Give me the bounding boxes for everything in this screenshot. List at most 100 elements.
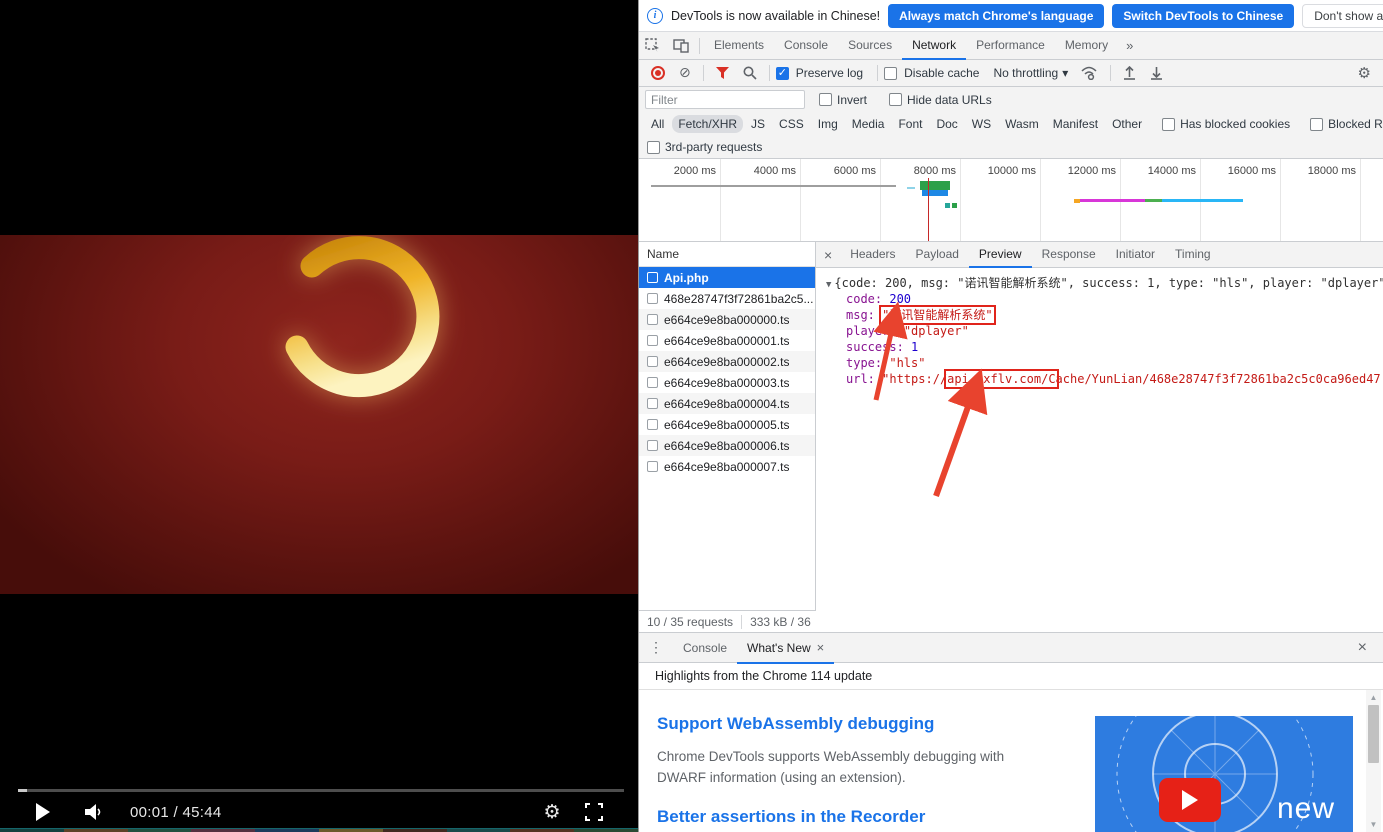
play-button[interactable] xyxy=(26,796,60,828)
drawer-tab[interactable]: What's New × xyxy=(737,634,834,664)
device-toolbar-button[interactable] xyxy=(667,33,695,59)
json-property: success: 1 xyxy=(846,339,1383,355)
waterfall-bar xyxy=(1080,199,1145,202)
more-tabs-icon[interactable]: » xyxy=(1118,38,1141,53)
drawer-tab[interactable]: Console xyxy=(673,634,737,664)
request-checkbox[interactable] xyxy=(647,272,658,283)
request-checkbox[interactable] xyxy=(647,398,658,409)
devtools-tab[interactable]: Sources xyxy=(838,32,902,60)
type-filter[interactable]: Doc xyxy=(930,115,963,133)
request-row[interactable]: e664ce9e8ba000007.ts xyxy=(639,456,815,477)
filter-toggle-button[interactable] xyxy=(710,60,735,86)
disclosure-triangle-icon[interactable]: ▼ xyxy=(826,280,831,290)
type-filter[interactable]: Img xyxy=(812,115,844,133)
detail-tab[interactable]: Headers xyxy=(840,242,905,268)
request-checkbox[interactable] xyxy=(647,440,658,451)
devtools-tab[interactable]: Elements xyxy=(704,32,774,60)
request-row[interactable]: Api.php xyxy=(639,267,815,288)
fullscreen-button[interactable] xyxy=(576,796,612,828)
timeline-tick: 18000 ms xyxy=(1281,159,1361,242)
export-har-button[interactable] xyxy=(1144,60,1169,86)
preserve-log-checkbox[interactable] xyxy=(776,67,789,80)
third-party-checkbox[interactable] xyxy=(647,141,660,154)
waterfall-bar xyxy=(952,203,957,208)
search-button[interactable] xyxy=(737,60,763,86)
resource-type-filters: AllFetch/XHRJSCSSImgMediaFontDocWSWasmMa… xyxy=(639,112,1383,136)
type-filter[interactable]: Other xyxy=(1106,115,1148,133)
request-row[interactable]: e664ce9e8ba000000.ts xyxy=(639,309,815,330)
request-row[interactable]: e664ce9e8ba000004.ts xyxy=(639,393,815,414)
request-row[interactable]: e664ce9e8ba000002.ts xyxy=(639,351,815,372)
detail-tab[interactable]: Preview xyxy=(969,242,1032,268)
drawer-menu-icon[interactable]: ⋮ xyxy=(639,639,673,656)
type-filter[interactable]: CSS xyxy=(773,115,810,133)
request-checkbox[interactable] xyxy=(647,419,658,430)
request-row[interactable]: e664ce9e8ba000006.ts xyxy=(639,435,815,456)
request-checkbox[interactable] xyxy=(647,293,658,304)
detail-tab[interactable]: Initiator xyxy=(1106,242,1165,268)
hide-data-urls-checkbox[interactable] xyxy=(889,93,902,106)
inspect-icon xyxy=(645,38,661,53)
json-value: "hls" xyxy=(889,356,925,370)
type-filter[interactable]: Font xyxy=(892,115,928,133)
devtools-tab[interactable]: Memory xyxy=(1055,32,1118,60)
waterfall-bar xyxy=(651,185,896,187)
invert-checkbox[interactable] xyxy=(819,93,832,106)
youtube-play-icon[interactable] xyxy=(1159,778,1221,822)
request-checkbox[interactable] xyxy=(647,377,658,388)
type-filter[interactable]: Fetch/XHR xyxy=(672,115,743,133)
inspect-element-button[interactable] xyxy=(639,33,667,59)
request-checkbox[interactable] xyxy=(647,461,658,472)
devtools-tab[interactable]: Console xyxy=(774,32,838,60)
video-thumbnail[interactable]: new xyxy=(1095,716,1353,832)
request-checkbox[interactable] xyxy=(647,335,658,346)
request-checkbox[interactable] xyxy=(647,314,658,325)
type-filter[interactable]: JS xyxy=(745,115,771,133)
clear-button[interactable]: ⊘ xyxy=(673,60,697,86)
drawer-close-icon[interactable]: × xyxy=(1352,638,1373,658)
request-checkbox[interactable] xyxy=(647,356,658,367)
detail-tab[interactable]: Payload xyxy=(906,242,969,268)
video-progress-bar[interactable] xyxy=(18,789,624,792)
devtools-tab[interactable]: Network xyxy=(902,32,966,60)
throttling-select[interactable]: No throttling ▾ xyxy=(989,66,1072,80)
detail-tab[interactable]: Response xyxy=(1032,242,1106,268)
filter-input[interactable] xyxy=(645,90,805,109)
network-toolbar: ⊘ Preserve log Disable cache No throttli… xyxy=(639,60,1383,87)
type-filter[interactable]: WS xyxy=(966,115,997,133)
blocked-requests-checkbox[interactable] xyxy=(1310,118,1323,131)
network-overview-timeline[interactable]: 2000 ms4000 ms6000 ms8000 ms10000 ms1200… xyxy=(639,159,1383,242)
type-filter[interactable]: Manifest xyxy=(1047,115,1104,133)
type-filter[interactable]: Wasm xyxy=(999,115,1045,133)
match-language-button[interactable]: Always match Chrome's language xyxy=(888,4,1104,28)
dont-show-again-button[interactable]: Don't show again xyxy=(1302,4,1383,28)
drawer-scrollbar[interactable]: ▲ ▼ xyxy=(1366,690,1381,832)
disable-cache-checkbox[interactable] xyxy=(884,67,897,80)
has-blocked-cookies-checkbox[interactable] xyxy=(1162,118,1175,131)
record-button[interactable] xyxy=(645,60,671,86)
detail-tab[interactable]: Timing xyxy=(1165,242,1221,268)
chevron-down-icon: ▾ xyxy=(1062,66,1068,80)
type-filter[interactable]: All xyxy=(645,115,670,133)
video-time: 00:01 / 45:44 xyxy=(130,804,221,821)
scrollbar-thumb[interactable] xyxy=(1368,705,1379,763)
close-tab-icon[interactable]: × xyxy=(817,640,825,655)
request-row[interactable]: e664ce9e8ba000001.ts xyxy=(639,330,815,351)
video-player[interactable]: 00:01 / 45:44 ⚙ xyxy=(0,0,638,832)
name-column-header[interactable]: Name xyxy=(639,242,815,267)
import-har-button[interactable] xyxy=(1117,60,1142,86)
type-filter[interactable]: Media xyxy=(846,115,891,133)
network-conditions-button[interactable] xyxy=(1074,60,1104,86)
detail-close-icon[interactable]: × xyxy=(816,248,840,262)
devtools-tab[interactable]: Performance xyxy=(966,32,1055,60)
request-row[interactable]: 468e28747f3f72861ba2c5... xyxy=(639,288,815,309)
scroll-up-icon[interactable]: ▲ xyxy=(1370,690,1378,705)
json-summary-line[interactable]: ▼{code: 200, msg: "诺讯智能解析系统", success: 1… xyxy=(826,275,1383,291)
switch-devtools-chinese-button[interactable]: Switch DevTools to Chinese xyxy=(1112,4,1294,28)
request-row[interactable]: e664ce9e8ba000005.ts xyxy=(639,414,815,435)
player-settings-button[interactable]: ⚙ xyxy=(534,796,570,828)
volume-button[interactable] xyxy=(78,796,112,828)
network-settings-gear-icon[interactable]: ⚙ xyxy=(1352,60,1377,86)
scroll-down-icon[interactable]: ▼ xyxy=(1370,817,1378,832)
request-row[interactable]: e664ce9e8ba000003.ts xyxy=(639,372,815,393)
